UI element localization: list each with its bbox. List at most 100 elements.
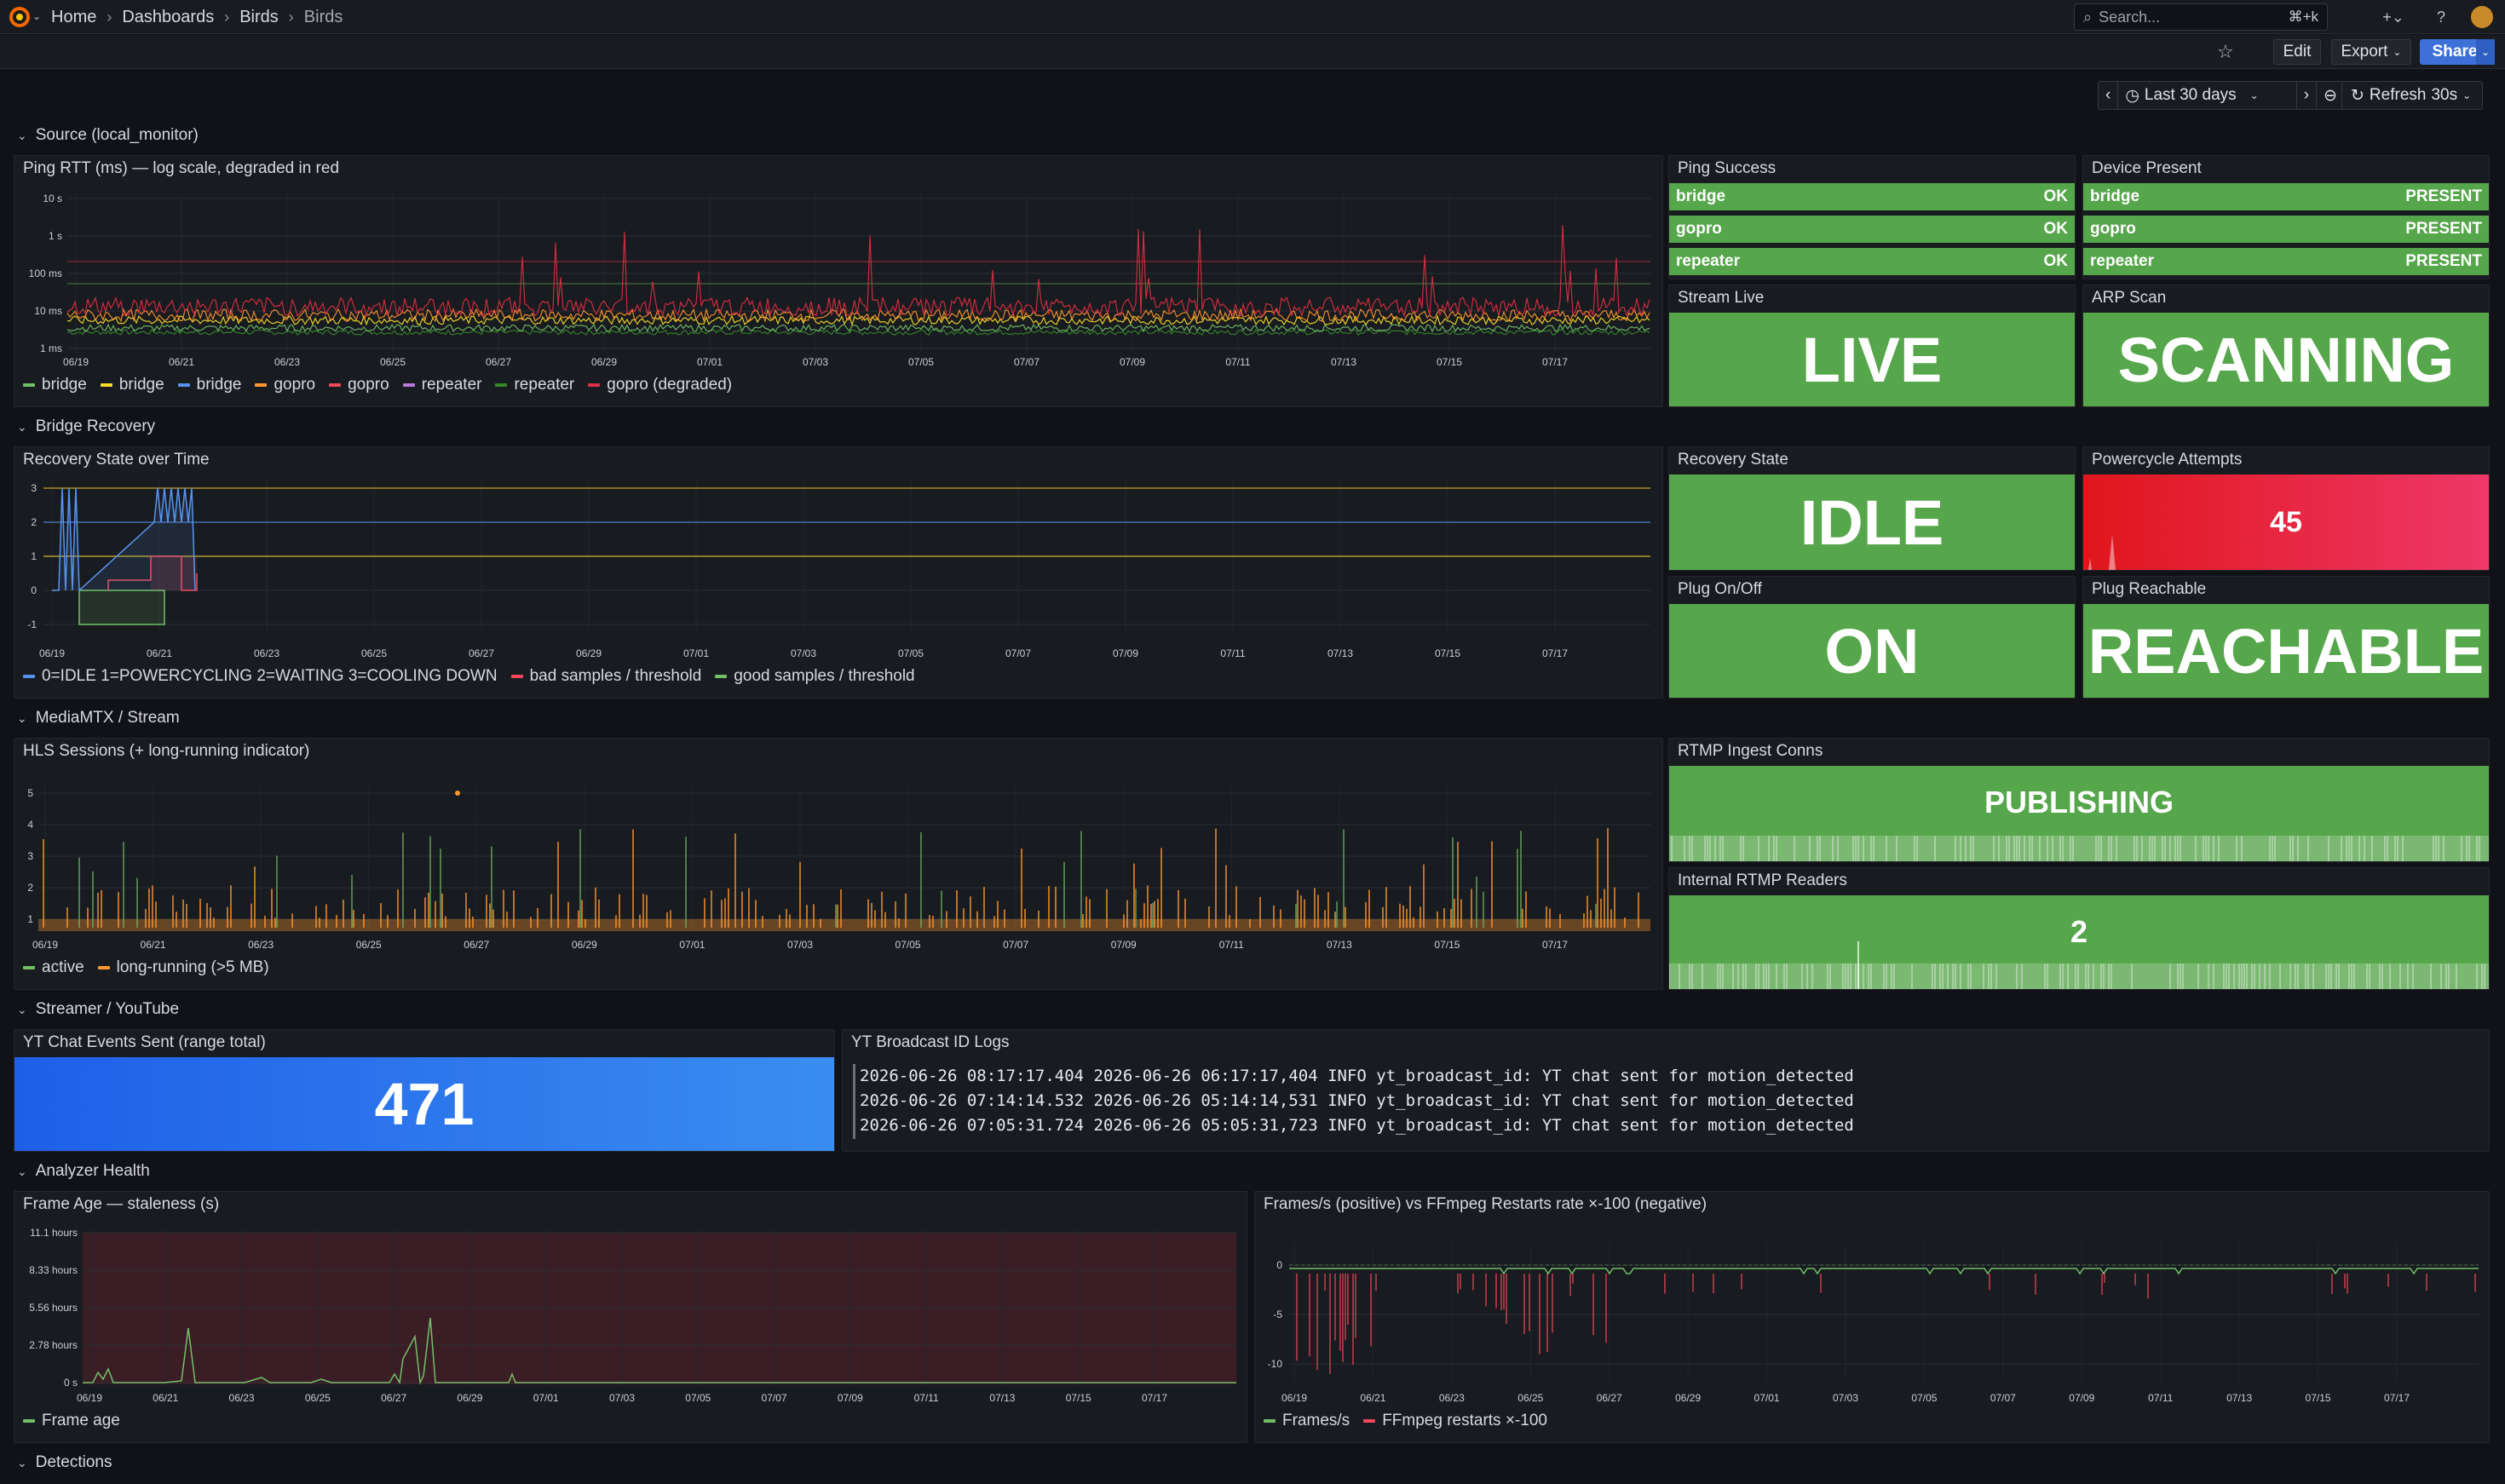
time-forward-chevron-icon[interactable]: › bbox=[2297, 82, 2318, 109]
x-tick: 06/29 bbox=[572, 939, 597, 951]
edit-label: Edit bbox=[2283, 43, 2312, 60]
legend-item[interactable]: long-running (>5 MB) bbox=[97, 958, 269, 977]
panel-frames-per-second[interactable]: Frames/s (positive) vs FFmpeg Restarts r… bbox=[1254, 1191, 2490, 1443]
panel-hls-sessions[interactable]: HLS Sessions (+ long-running indicator) … bbox=[14, 738, 1663, 990]
x-tick: 07/01 bbox=[533, 1392, 559, 1404]
x-tick: 06/29 bbox=[1675, 1392, 1701, 1404]
row-header-bridge[interactable]: ⌄ Bridge Recovery bbox=[17, 417, 155, 436]
grafana-logo-icon[interactable] bbox=[9, 6, 31, 28]
x-tick: 07/11 bbox=[914, 1392, 939, 1404]
y-tick: 11.1 hours bbox=[30, 1227, 78, 1239]
y-tick: -1 bbox=[27, 618, 37, 630]
legend-item[interactable]: bridge bbox=[23, 376, 87, 394]
zoom-out-icon[interactable]: ⊖ bbox=[2317, 82, 2344, 109]
status-name: gopro bbox=[1676, 220, 1722, 238]
y-tick: 2 bbox=[27, 882, 33, 894]
row-header-source[interactable]: ⌄ Source (local_monitor) bbox=[17, 126, 199, 145]
help-icon[interactable]: ? bbox=[2430, 7, 2452, 27]
legend-swatch bbox=[1264, 1419, 1276, 1423]
breadcrumb-folder[interactable]: Birds bbox=[239, 8, 279, 27]
breadcrumb-separator-icon: › bbox=[107, 9, 112, 26]
add-plus-icon[interactable]: +⌄ bbox=[2382, 7, 2404, 27]
export-button[interactable]: Export ⌄ bbox=[2331, 39, 2411, 65]
legend-item[interactable]: gopro (degraded) bbox=[588, 376, 732, 394]
legend-item[interactable]: active bbox=[23, 958, 84, 977]
avatar[interactable] bbox=[2471, 6, 2493, 28]
legend-item[interactable]: bridge bbox=[100, 376, 164, 394]
refresh-button[interactable]: ↻ Refresh 30s ⌄ bbox=[2341, 81, 2483, 110]
x-tick: 07/03 bbox=[1833, 1392, 1858, 1404]
x-tick: 07/11 bbox=[1220, 647, 1245, 659]
x-tick: 07/13 bbox=[1327, 939, 1352, 951]
legend-item[interactable]: gopro bbox=[255, 376, 315, 394]
legend-item[interactable]: bridge bbox=[177, 376, 241, 394]
status-row-gopro: gopro PRESENT bbox=[2083, 216, 2489, 243]
row-title: Analyzer Health bbox=[35, 1162, 150, 1180]
legend-label: repeater bbox=[421, 376, 482, 394]
search-input[interactable]: ⌕ Search... ⌘+k bbox=[2074, 3, 2328, 31]
legend-item[interactable]: Frames/s bbox=[1264, 1412, 1350, 1430]
row-header-streamer[interactable]: ⌄ Streamer / YouTube bbox=[17, 1000, 179, 1019]
legend-label: long-running (>5 MB) bbox=[116, 958, 269, 976]
time-range-button[interactable]: ◷ Last 30 days ⌄ bbox=[2118, 82, 2297, 109]
series-area bbox=[38, 919, 1650, 931]
legend-item[interactable]: repeater bbox=[495, 376, 574, 394]
x-tick: 07/13 bbox=[989, 1392, 1015, 1404]
panel-rtmp-readers: Internal RTMP Readers 2 bbox=[1668, 867, 2490, 990]
legend-item[interactable]: bad samples / threshold bbox=[510, 667, 701, 686]
status-value: OK bbox=[2043, 252, 2069, 270]
time-range-picker[interactable]: ‹ ◷ Last 30 days ⌄ › ⊖ bbox=[2098, 81, 2345, 110]
time-back-chevron-icon[interactable]: ‹ bbox=[2099, 82, 2119, 109]
y-tick: 2 bbox=[31, 516, 37, 528]
star-icon[interactable]: ☆ bbox=[2217, 41, 2234, 63]
panel-title: Ping Success bbox=[1678, 159, 1777, 177]
breadcrumb-dashboards[interactable]: Dashboards bbox=[122, 8, 214, 27]
row-header-mediamtx[interactable]: ⌄ MediaMTX / Stream bbox=[17, 709, 180, 728]
legend-swatch bbox=[588, 383, 601, 387]
series-line bbox=[66, 314, 1650, 326]
y-tick: 3 bbox=[31, 482, 37, 494]
status-row-repeater: repeater OK bbox=[1669, 248, 2075, 275]
panel-yt-logs[interactable]: YT Broadcast ID Logs 2026-06-26 08:17:17… bbox=[842, 1029, 2490, 1152]
legend-item[interactable]: gopro bbox=[329, 376, 389, 394]
panel-frame-age[interactable]: Frame Age — staleness (s) 11.1 hours 8.3… bbox=[14, 1191, 1247, 1443]
x-tick: 06/21 bbox=[1360, 1392, 1385, 1404]
legend-item[interactable]: 0=IDLE 1=POWERCYCLING 2=WAITING 3=COOLIN… bbox=[23, 667, 498, 686]
x-tick: 07/05 bbox=[908, 356, 934, 368]
legend-item[interactable]: repeater bbox=[402, 376, 482, 394]
log-line[interactable]: 2026-06-26 07:05:31.724 2026-06-26 05:05… bbox=[860, 1116, 1854, 1135]
breadcrumb-home[interactable]: Home bbox=[51, 8, 96, 27]
stat-value: 45 bbox=[2270, 505, 2302, 538]
legend-item[interactable]: FFmpeg restarts ×-100 bbox=[1363, 1412, 1547, 1430]
stat-value: IDLE bbox=[1669, 475, 2075, 570]
legend-label: 0=IDLE 1=POWERCYCLING 2=WAITING 3=COOLIN… bbox=[42, 667, 498, 685]
row-header-analyzer[interactable]: ⌄ Analyzer Health bbox=[17, 1162, 150, 1181]
share-dropdown-chevron-icon[interactable]: ⌄ bbox=[2476, 39, 2495, 65]
status-name: bridge bbox=[1676, 187, 1726, 205]
row-header-detections[interactable]: ⌄ Detections bbox=[17, 1453, 112, 1472]
x-tick: 07/05 bbox=[1911, 1392, 1937, 1404]
legend-label: bridge bbox=[118, 376, 164, 394]
x-tick: 07/01 bbox=[697, 356, 723, 368]
legend-swatch bbox=[329, 383, 342, 387]
x-tick: 07/01 bbox=[683, 647, 709, 659]
stat-value: REACHABLE bbox=[2083, 604, 2489, 698]
log-line[interactable]: 2026-06-26 08:17:17.404 2026-06-26 06:17… bbox=[860, 1067, 1854, 1085]
legend-label: gopro (degraded) bbox=[607, 376, 733, 394]
panel-recovery-over-time[interactable]: Recovery State over Time 3 2 1 0 -1 06/1… bbox=[14, 446, 1663, 699]
legend-swatch bbox=[495, 383, 508, 387]
edit-button[interactable]: Edit bbox=[2273, 39, 2321, 65]
legend-swatch bbox=[510, 675, 523, 678]
y-tick: -5 bbox=[1273, 1309, 1282, 1320]
legend-item[interactable]: Frame age bbox=[23, 1412, 120, 1430]
panel-ping-rtt[interactable]: Ping RTT (ms) — log scale, degraded in r… bbox=[14, 155, 1663, 407]
y-tick: 1 bbox=[31, 550, 37, 562]
panel-arp-scan: ARP Scan SCANNING bbox=[2082, 285, 2490, 407]
log-line[interactable]: 2026-06-26 07:14:14.532 2026-06-26 05:14… bbox=[860, 1091, 1854, 1110]
x-tick: 07/15 bbox=[2306, 1392, 2331, 1404]
legend-swatch bbox=[1363, 1419, 1376, 1423]
x-tick: 06/25 bbox=[380, 356, 406, 368]
series-area bbox=[78, 590, 165, 625]
logo-chevron-down-icon[interactable]: ⌄ bbox=[32, 10, 41, 22]
legend-item[interactable]: good samples / threshold bbox=[715, 667, 915, 686]
